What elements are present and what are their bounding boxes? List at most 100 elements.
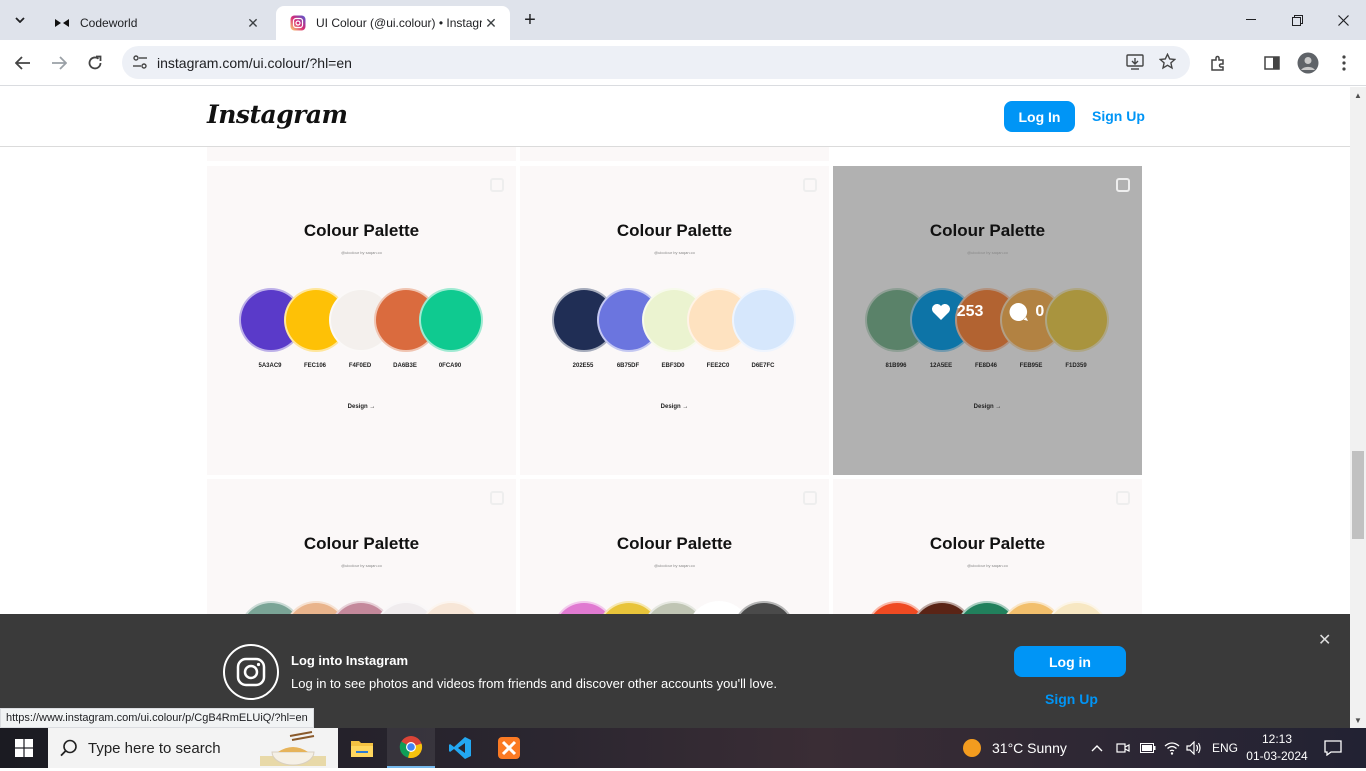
weather-widget[interactable]: 31°C Sunny: [962, 728, 1067, 768]
side-panel-button[interactable]: [1257, 48, 1287, 78]
chevron-down-icon: [15, 17, 25, 23]
wifi-icon[interactable]: [1164, 728, 1180, 768]
restore-button[interactable]: [1274, 0, 1320, 40]
palette-credit: @uicolour by saqan.co: [967, 250, 1008, 255]
taskbar-file-explorer[interactable]: [338, 728, 386, 768]
palette-credit: @uicolour by saqan.co: [967, 563, 1008, 568]
site-settings-icon[interactable]: [132, 55, 148, 74]
palette-title: Colour Palette: [303, 221, 420, 240]
taskbar-chrome[interactable]: [387, 728, 435, 768]
puzzle-icon: [1211, 55, 1224, 71]
heart-icon: [931, 304, 950, 320]
palette-title: Colour Palette: [616, 221, 733, 240]
noodle-bowl-icon: [260, 730, 326, 771]
reload-button[interactable]: [80, 48, 110, 78]
instagram-page: Instagram Log In Sign Up Colour Palette @…: [0, 87, 1350, 728]
color-swatch: [419, 288, 483, 352]
close-icon: [1337, 14, 1349, 26]
folder-icon: [351, 741, 373, 757]
page-scrollbar[interactable]: ▲ ▼: [1350, 87, 1366, 728]
close-icon[interactable]: ✕: [244, 14, 262, 32]
codeworld-favicon-icon: [54, 15, 70, 31]
hex-codes: 202E55 6B75DF EBF3D0 FEE2C0 D6E7FC: [520, 363, 829, 373]
battery-icon[interactable]: [1140, 728, 1156, 768]
palette-credit: @uicolour by saqan.co: [341, 250, 382, 255]
notifications-button[interactable]: [1324, 728, 1342, 768]
palette-title: Colour Palette: [929, 534, 1046, 553]
log-in-button[interactable]: Log In: [1004, 101, 1075, 132]
taskbar-xampp[interactable]: [485, 728, 533, 768]
back-button[interactable]: [8, 48, 38, 78]
multi-image-icon: [803, 491, 817, 505]
show-hidden-icons[interactable]: [1091, 728, 1103, 768]
xampp-icon: [498, 737, 520, 759]
bookmark-star-icon[interactable]: [1158, 52, 1177, 75]
post-tile[interactable]: Colour Palette @uicolour by saqan.co 5A3AC…: [207, 166, 516, 475]
banner-description: Log in to see photos and videos from fri…: [291, 676, 777, 691]
scroll-thumb[interactable]: [1352, 451, 1364, 539]
close-icon[interactable]: ✕: [482, 14, 500, 32]
reload-icon: [88, 55, 102, 70]
banner-sign-up-link[interactable]: Sign Up: [1045, 691, 1098, 707]
avatar-icon: [1297, 52, 1319, 74]
tab-codeworld[interactable]: Codeworld ✕: [40, 6, 272, 40]
address-bar[interactable]: instagram.com/ui.colour/?hl=en: [122, 46, 1190, 79]
volume-icon[interactable]: [1186, 728, 1202, 768]
kebab-menu-icon: [1342, 55, 1346, 71]
comment-icon: [1009, 302, 1029, 321]
previous-row-strip: [207, 147, 1142, 161]
minimize-icon: [1246, 19, 1256, 20]
banner-title: Log into Instagram: [291, 653, 408, 668]
language-indicator[interactable]: ENG: [1212, 728, 1238, 768]
clock-time: 12:13: [1261, 732, 1293, 746]
scroll-up-icon[interactable]: ▲: [1350, 87, 1366, 103]
tab-instagram[interactable]: UI Colour (@ui.colour) • Instagram ✕: [276, 6, 510, 40]
new-tab-button[interactable]: +: [518, 8, 542, 32]
status-url: https://www.instagram.com/ui.colour/p/Cg…: [0, 708, 314, 728]
close-icon[interactable]: ✕: [1318, 630, 1331, 650]
browser-tab-strip: Codeworld ✕ UI Colour (@ui.colour) • Ins…: [0, 0, 1366, 40]
instagram-logo[interactable]: Instagram: [207, 100, 348, 129]
design-label: Design →: [973, 404, 1002, 410]
multi-image-icon: [803, 178, 817, 192]
instagram-icon: [223, 644, 279, 700]
hex-codes: 5A3AC9 FEC106 F4F0ED DA6B3E 0FCA90: [207, 363, 516, 373]
windows-taskbar: Type here to search 31°C Sunny ENG 12:13…: [0, 728, 1366, 768]
post-tile[interactable]: Colour Palette @uicolour by saqan.co 81B99…: [833, 166, 1142, 475]
multi-image-icon: [490, 178, 504, 192]
multi-image-icon: [490, 491, 504, 505]
scroll-down-icon[interactable]: ▼: [1350, 712, 1366, 728]
extensions-button[interactable]: [1203, 48, 1233, 78]
profile-avatar[interactable]: [1293, 48, 1323, 78]
swatch-row: [207, 288, 516, 352]
minimize-button[interactable]: [1228, 0, 1274, 40]
sun-icon: [963, 739, 981, 757]
multi-image-icon: [1116, 178, 1130, 192]
instagram-favicon-icon: [290, 15, 306, 31]
tab-search-button[interactable]: [8, 8, 32, 32]
palette-title: Colour Palette: [303, 534, 420, 553]
banner-log-in-button[interactable]: Log in: [1014, 646, 1126, 677]
start-button[interactable]: [0, 728, 48, 768]
taskbar-search-box[interactable]: Type here to search: [48, 728, 338, 768]
install-app-icon[interactable]: [1126, 54, 1144, 75]
browser-menu-button[interactable]: [1329, 48, 1359, 78]
swatch-row: [520, 288, 829, 352]
palette-credit: @uicolour by saqan.co: [341, 563, 382, 568]
arrow-left-icon: [15, 56, 30, 70]
palette-title: Colour Palette: [929, 221, 1046, 240]
likes-count: 253: [931, 302, 983, 322]
search-placeholder: Type here to search: [88, 739, 221, 757]
clock[interactable]: 12:13 01-03-2024: [1246, 728, 1308, 768]
forward-button[interactable]: [44, 48, 74, 78]
chevron-up-icon: [1091, 745, 1103, 752]
close-window-button[interactable]: [1320, 0, 1366, 40]
sign-up-link[interactable]: Sign Up: [1092, 108, 1145, 124]
comments-count: 0: [1009, 302, 1044, 322]
taskbar-vscode[interactable]: [436, 728, 484, 768]
arrow-right-icon: [52, 56, 67, 70]
hover-stats: 253 0: [833, 302, 1142, 322]
meet-now-icon[interactable]: [1116, 728, 1130, 768]
windows-logo-icon: [15, 739, 33, 757]
post-tile[interactable]: Colour Palette @uicolour by saqan.co 202E5…: [520, 166, 829, 475]
